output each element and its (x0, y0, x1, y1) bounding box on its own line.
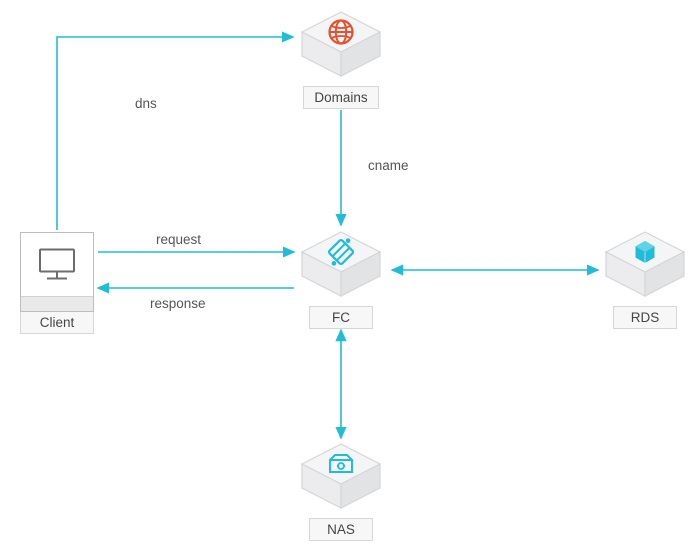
monitor-icon (37, 247, 77, 284)
node-fc: FC (298, 228, 384, 329)
node-label-domains: Domains (303, 86, 378, 109)
node-label-client: Client (20, 312, 94, 334)
client-screen (20, 232, 94, 312)
edge-label-dns: dns (135, 96, 157, 111)
edge-label-cname: cname (368, 158, 409, 173)
edge-label-response: response (150, 296, 206, 311)
node-client: Client (20, 232, 94, 334)
node-label-nas: NAS (309, 518, 373, 541)
node-domains: Domains (298, 8, 384, 109)
node-label-fc: FC (309, 306, 373, 329)
node-label-rds: RDS (613, 306, 677, 329)
node-nas: NAS (298, 440, 384, 541)
node-rds: RDS (602, 228, 688, 329)
edge-label-request: request (156, 232, 201, 247)
